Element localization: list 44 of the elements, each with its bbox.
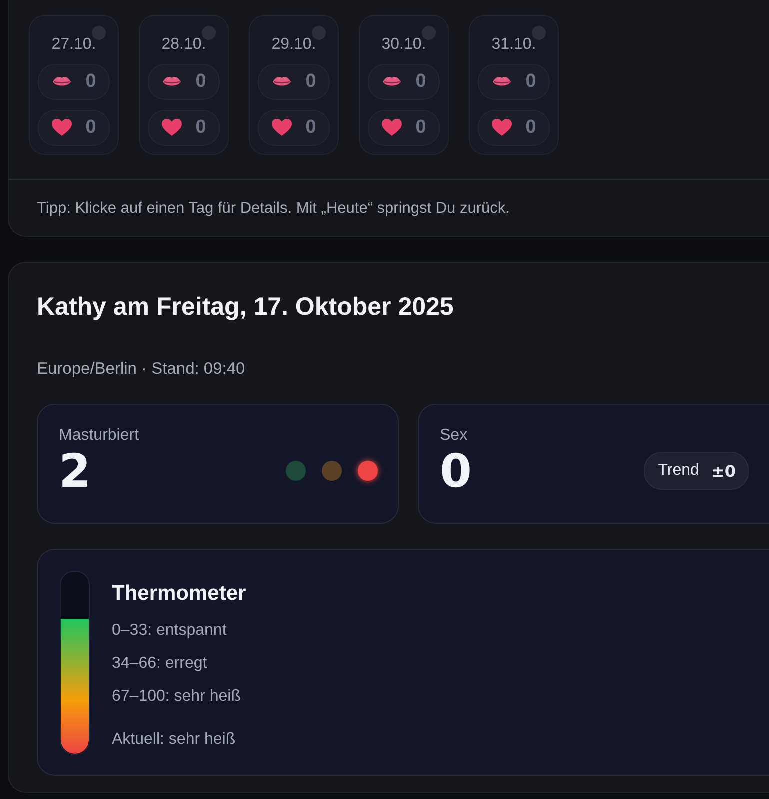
stat-value: 0 (440, 445, 472, 497)
thermometer-title: Thermometer (112, 582, 246, 606)
day-card[interactable]: 28.10. 0 0 (139, 15, 229, 155)
stat-value: 2 (59, 445, 92, 497)
detail-subtitle: Europe/Berlin · Stand: 09:40 (37, 360, 246, 379)
count-value: 0 (86, 71, 96, 93)
day-date: 31.10. (492, 36, 536, 54)
tip-text: Tipp: Klicke auf einen Tag für Details. Mit „Heute“ springst Du zurück. (9, 179, 769, 236)
day-date: 27.10. (52, 36, 96, 54)
heart-icon (492, 119, 512, 137)
range-label: 34–66: erregt (112, 654, 208, 674)
lips-icon (272, 76, 292, 88)
lips-icon (52, 76, 72, 88)
count-value: 0 (416, 117, 426, 139)
day-card[interactable]: 27.10. 0 0 (29, 15, 119, 155)
day-date: 28.10. (162, 36, 206, 54)
count-value: 0 (526, 117, 536, 139)
stat-label: Sex (440, 427, 469, 445)
range-label: 67–100: sehr heiß (112, 687, 242, 707)
stat-label: Masturbiert (59, 427, 140, 445)
count-value: 0 (196, 117, 206, 139)
lips-icon (492, 76, 512, 88)
day-card[interactable]: 30.10. 0 0 (359, 15, 449, 155)
count-value: 0 (416, 71, 426, 93)
day-card[interactable]: 29.10. 0 0 (249, 15, 339, 155)
current-state: Aktuell: sehr heiß (112, 731, 237, 749)
day-card[interactable]: 31.10. 0 0 (469, 15, 559, 155)
count-value: 0 (86, 117, 96, 139)
heart-icon (382, 119, 402, 137)
detail-title: Kathy am Freitag, 17. Oktober 2025 (37, 293, 455, 322)
count-value: 0 (526, 71, 536, 93)
lips-icon (382, 76, 402, 88)
heart-icon (162, 119, 182, 137)
day-date: 30.10. (382, 36, 426, 54)
day-date: 29.10. (272, 36, 316, 54)
lips-icon (162, 76, 182, 88)
trend-label: Trend (658, 462, 700, 480)
count-value: 0 (306, 71, 316, 93)
heart-icon (52, 119, 72, 137)
heart-icon (272, 119, 292, 137)
count-value: 0 (306, 117, 316, 139)
range-label: 0–33: entspannt (112, 621, 228, 641)
trend-value: ±0 (711, 462, 736, 480)
count-value: 0 (196, 71, 206, 93)
